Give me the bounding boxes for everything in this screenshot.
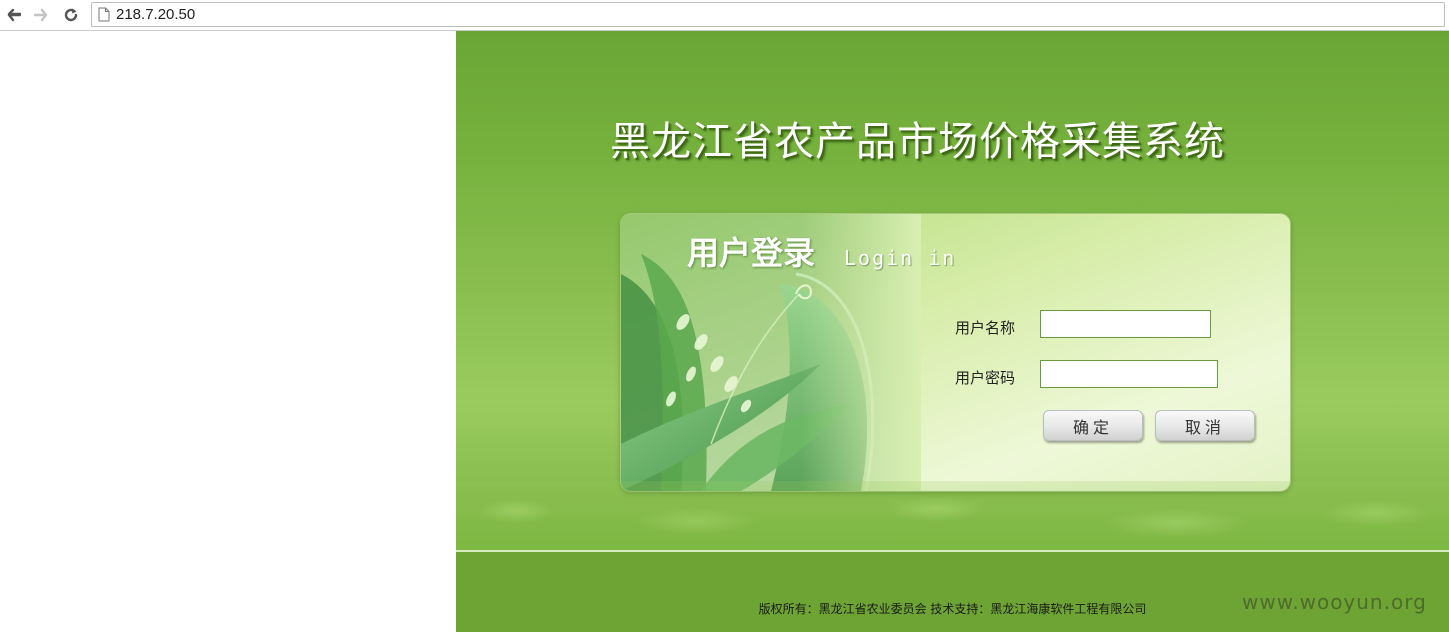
browser-toolbar: 218.7.20.50 [0,0,1449,31]
login-heading: 用户登录 [687,234,816,272]
login-subheading: Login in [844,246,957,270]
page-viewport: 黑龙江省农产品市场价格采集系统 用户登录 Login in 用户名称 用户密码 … [0,31,1449,632]
cancel-button[interactable]: 取消 [1155,410,1255,441]
watermark: www.wooyun.org [1242,590,1427,614]
username-input[interactable] [1040,310,1211,338]
forward-arrow-icon [34,8,48,22]
password-label: 用户密码 [955,369,1016,387]
forward-button[interactable] [31,4,53,26]
password-input[interactable] [1040,360,1218,388]
login-panel: 用户登录 Login in 用户名称 用户密码 确定 取消 [621,214,1290,491]
main-panel: 黑龙江省农产品市场价格采集系统 用户登录 Login in 用户名称 用户密码 … [456,31,1449,632]
reload-button[interactable] [60,4,82,26]
grass-background [456,481,1449,551]
address-bar[interactable]: 218.7.20.50 [91,2,1445,27]
confirm-button[interactable]: 确定 [1043,410,1143,441]
back-button[interactable] [2,4,24,26]
page-title: 黑龙江省农产品市场价格采集系统 [610,119,1225,165]
page-icon [98,7,110,22]
reload-icon [64,8,78,22]
url-text[interactable]: 218.7.20.50 [116,6,195,24]
back-arrow-icon [7,8,21,22]
username-label: 用户名称 [955,319,1016,337]
footer: 版权所有：黑龙江省农业委员会 技术支持：黑龙江海康软件工程有限公司 www.wo… [456,552,1449,632]
